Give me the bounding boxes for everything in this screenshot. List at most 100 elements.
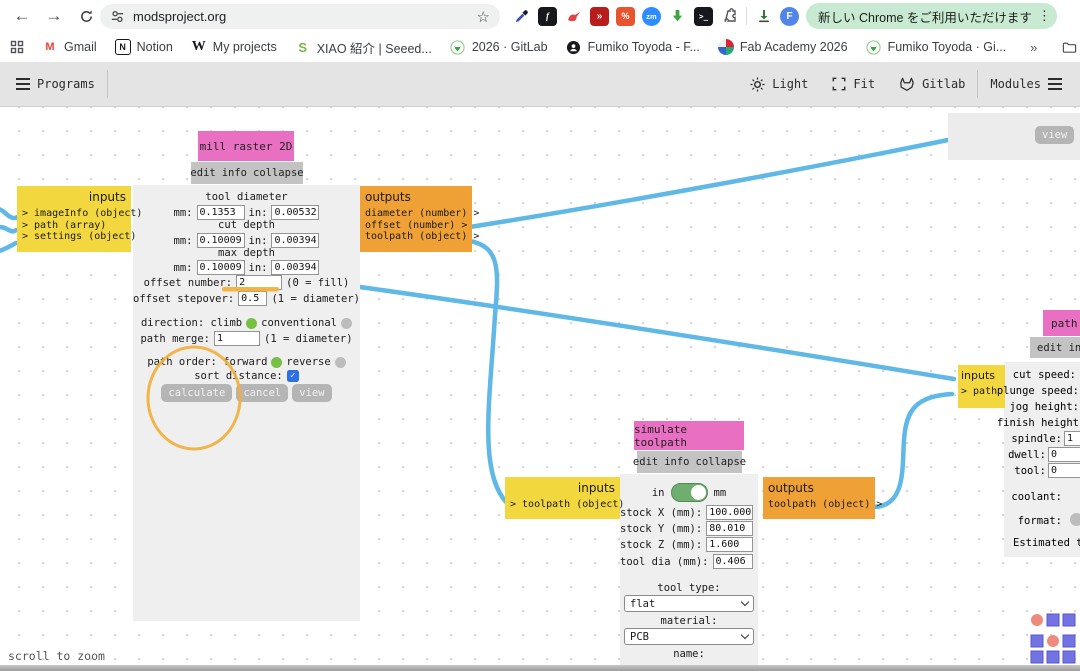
gitlab-link-button[interactable]: Gitlab bbox=[887, 62, 977, 106]
bookmark-fumiko-gitlab[interactable]: Fumiko Toyoda · Gi... bbox=[860, 36, 1013, 58]
path-module-menu[interactable]: edit inf bbox=[1030, 337, 1080, 358]
cut-speed-label: cut speed: bbox=[880, 369, 1076, 381]
output-port-toolpath[interactable]: toolpath (object) > bbox=[768, 499, 870, 511]
simulate-toolpath-title[interactable]: simulate toolpath bbox=[634, 421, 744, 450]
tool-dia-row: tool dia (mm): 0.406 bbox=[620, 554, 758, 569]
plunge-speed-label: plunge speed: bbox=[880, 385, 1079, 397]
apps-grid-icon[interactable] bbox=[10, 39, 24, 55]
max-depth-in-input[interactable]: 0.00394 bbox=[271, 260, 319, 275]
input-port-imageinfo[interactable]: > imageInfo (object) bbox=[22, 208, 126, 220]
offset-number-input[interactable]: 2 bbox=[236, 275, 282, 290]
collapse-button[interactable]: collapse bbox=[253, 167, 304, 179]
tool-dia-input[interactable]: 0.406 bbox=[713, 554, 753, 569]
path-merge-input[interactable]: 1 bbox=[214, 331, 260, 346]
terminal-extension-icon[interactable]: >_ bbox=[694, 7, 713, 26]
modules-menu-button[interactable]: Modules bbox=[978, 62, 1080, 106]
mm-label: mm: bbox=[174, 207, 193, 219]
format-radio[interactable] bbox=[1070, 513, 1080, 526]
bookmark-star-icon[interactable]: ☆ bbox=[477, 8, 490, 26]
bookmark-2026-gitlab[interactable]: 2026 · GitLab bbox=[444, 36, 554, 58]
bookmark-xiao-seeed[interactable]: S XIAO 紹介 | Seeed... bbox=[289, 35, 438, 60]
offset-stepover-input[interactable]: 0.5 bbox=[238, 291, 267, 306]
view-module[interactable]: view bbox=[948, 113, 1080, 160]
browser-menu-icon[interactable]: ⋮ bbox=[1038, 8, 1051, 24]
input-port-path[interactable]: > path (array) bbox=[22, 220, 126, 232]
bookmark-notion[interactable]: N Notion bbox=[109, 36, 179, 58]
direction-climb-radio[interactable] bbox=[246, 318, 257, 329]
direction-conventional-radio[interactable] bbox=[341, 318, 352, 329]
extensions-puzzle-icon[interactable] bbox=[720, 7, 739, 26]
direction-row: direction: climb conventional bbox=[133, 317, 360, 329]
back-button[interactable]: ← bbox=[8, 2, 36, 30]
outputs-title: outputs bbox=[365, 190, 467, 204]
dwell-label: dwell: bbox=[880, 449, 1046, 461]
view-button[interactable]: view bbox=[292, 384, 331, 402]
cancel-button[interactable]: cancel bbox=[236, 384, 288, 402]
browser-toolbar: ← → modsproject.org ☆ f bbox=[0, 0, 1080, 32]
chrome-update-button[interactable]: 新しい Chrome をご利用いただけます ⋮ bbox=[806, 3, 1057, 29]
address-bar[interactable]: modsproject.org ☆ bbox=[100, 4, 500, 29]
bird-extension-icon[interactable] bbox=[564, 7, 583, 26]
units-toggle[interactable] bbox=[671, 483, 708, 502]
cut-depth-mm-input[interactable]: 0.10009 bbox=[197, 233, 245, 248]
light-theme-button[interactable]: Light bbox=[738, 62, 820, 106]
stock-z-input[interactable]: 1.600 bbox=[706, 537, 753, 552]
downloader-extension-icon[interactable] bbox=[668, 7, 687, 26]
output-port-diameter[interactable]: diameter (number) > bbox=[365, 208, 467, 220]
edit-button[interactable]: edit bbox=[633, 456, 658, 468]
tool-diameter-in-input[interactable]: 0.00532 bbox=[271, 205, 319, 220]
info-button[interactable]: info bbox=[664, 456, 689, 468]
downloads-icon[interactable] bbox=[754, 7, 773, 26]
output-port-toolpath[interactable]: toolpath (object) > bbox=[365, 231, 467, 243]
profile-avatar[interactable]: F bbox=[780, 7, 799, 26]
cut-depth-in-input[interactable]: 0.00394 bbox=[271, 233, 319, 248]
reload-button[interactable] bbox=[72, 2, 100, 30]
stock-x-input[interactable]: 100.000 bbox=[706, 505, 753, 520]
edit-button[interactable]: edit bbox=[190, 167, 215, 179]
site-settings-icon[interactable] bbox=[110, 9, 125, 24]
input-port-settings[interactable]: > settings (object) bbox=[22, 231, 126, 243]
path-order-reverse-radio[interactable] bbox=[335, 357, 346, 368]
view-button[interactable]: view bbox=[1035, 126, 1074, 144]
eyedropper-extension-icon[interactable] bbox=[512, 7, 531, 26]
mill-raster-2d-title[interactable]: mill raster 2D bbox=[198, 131, 294, 161]
light-label: Light bbox=[772, 77, 808, 91]
bookmark-fumiko-f[interactable]: Fumiko Toyoda - F... bbox=[560, 36, 706, 58]
path-order-reverse-label: reverse bbox=[286, 356, 330, 368]
percent-extension-icon[interactable]: % bbox=[616, 7, 635, 26]
programs-menu-button[interactable]: Programs bbox=[0, 62, 107, 106]
url-text[interactable]: modsproject.org bbox=[133, 9, 469, 24]
input-port-toolpath[interactable]: > toolpath (object) bbox=[510, 499, 615, 511]
material-select[interactable]: PCB bbox=[624, 628, 754, 645]
bookmark-label: Fab Academy 2026 bbox=[740, 40, 848, 54]
fit-view-button[interactable]: Fit bbox=[820, 62, 887, 106]
sort-distance-checkbox[interactable]: ✓ bbox=[287, 370, 299, 382]
mods-toolbar: Programs Light Fit bbox=[0, 62, 1080, 107]
calculate-button[interactable]: calculate bbox=[161, 384, 232, 402]
path-order-forward-radio[interactable] bbox=[271, 357, 282, 368]
stock-y-input[interactable]: 80.010 bbox=[706, 521, 753, 536]
bookmark-fab-academy[interactable]: Fab Academy 2026 bbox=[712, 36, 854, 58]
dwell-input[interactable]: 0 bbox=[1048, 447, 1080, 462]
bookmarks-overflow-chevron[interactable]: » bbox=[1024, 37, 1043, 58]
forward-button[interactable]: → bbox=[40, 2, 68, 30]
spindle-label: spindle: bbox=[880, 433, 1062, 445]
video-extension-icon[interactable]: » bbox=[590, 7, 609, 26]
output-port-offset[interactable]: offset (number) > bbox=[365, 220, 467, 232]
in-label: in: bbox=[249, 207, 268, 219]
tool-number-input[interactable]: 0 bbox=[1048, 463, 1080, 478]
f12-extension-icon[interactable]: f bbox=[538, 7, 557, 26]
spindle-input[interactable]: 1 bbox=[1064, 431, 1080, 446]
zoom-extension-icon[interactable]: zm bbox=[642, 7, 661, 26]
in-label: in: bbox=[249, 235, 268, 247]
bookmark-my-projects[interactable]: W My projects bbox=[185, 36, 283, 58]
max-depth-mm-input[interactable]: 0.10009 bbox=[197, 260, 245, 275]
info-button[interactable]: info bbox=[222, 167, 247, 179]
all-bookmarks-button[interactable]: すべてのブックマーク bbox=[1055, 35, 1080, 60]
bookmark-gmail[interactable]: M Gmail bbox=[36, 36, 103, 58]
tool-type-select[interactable]: flat bbox=[624, 595, 754, 612]
tool-diameter-mm-input[interactable]: 0.1353 bbox=[197, 205, 245, 220]
path-module-title[interactable]: path t bbox=[1043, 310, 1080, 336]
collapse-button[interactable]: collapse bbox=[696, 456, 747, 468]
stock-z-row: stock Z (mm): 1.600 bbox=[620, 537, 758, 552]
